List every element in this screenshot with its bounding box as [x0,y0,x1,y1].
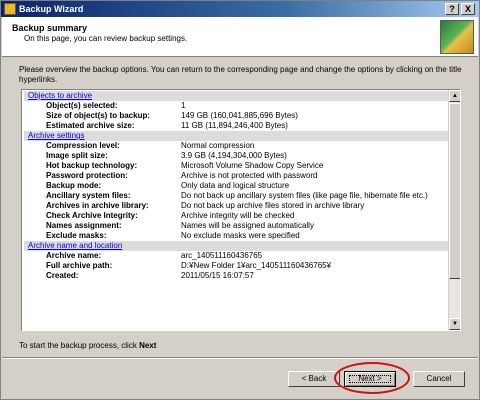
summary-row: Estimated archive size: 11 GB (11,894,246… [24,121,448,131]
scroll-down-icon[interactable]: ▼ [449,318,460,330]
page-title: Backup summary [12,23,88,33]
row-label: Exclude masks: [46,231,107,240]
row-value: Names will be assigned automatically [181,221,314,230]
footer-prefix: To start the backup process, click [19,341,140,350]
row-value: Microsoft Volume Shadow Copy Service [181,161,324,170]
intro-text: Please overview the backup options. You … [19,65,462,84]
row-value: 1 [181,101,186,110]
row-value: Archive integrity will be checked [181,211,295,220]
summary-row: Hot backup technology: Microsoft Volume S… [24,161,448,171]
row-value: Archive is not protected with password [181,171,318,180]
summary-row: Ancillary system files: Do not back up an… [24,191,448,201]
row-value: arc_140511160436765 [181,251,263,260]
row-label: Archives in archive library: [46,201,149,210]
row-label: Archive name: [46,251,102,260]
row-value: Do not back up archive files stored in a… [181,201,365,210]
summary-row: Exclude masks: No exclude masks were spec… [24,231,448,241]
backup-wizard-window: Backup Wizard ? X Backup summary On this… [0,0,480,400]
row-label: Created: [46,271,79,280]
close-button[interactable]: X [461,3,475,15]
row-label: Names assignment: [46,221,122,230]
row-label: Backup mode: [46,181,102,190]
separator [2,357,478,359]
app-icon [4,3,16,15]
window-title: Backup Wizard [19,4,84,14]
summary-list: Objects to archive Object(s) selected: 1 Si… [24,91,448,329]
row-label: Size of object(s) to backup: [46,111,151,120]
footer-action: Next [139,341,157,350]
row-label: Estimated archive size: [46,121,135,130]
back-button-label: < Back [301,374,327,383]
row-value: Do not back up ancillary system files (l… [181,191,428,200]
row-value: Only data and logical structure [181,181,290,190]
row-value: No exclude masks were specified [181,231,300,240]
vertical-scrollbar[interactable]: ▲ ▼ [448,90,460,330]
summary-row: Archive name: arc_140511160436765 [24,251,448,261]
row-label: Compression level: [46,141,120,150]
section-header: Archive name and location [24,241,448,251]
row-label: Object(s) selected: [46,101,118,110]
back-button[interactable]: < Back [288,371,340,387]
title-bar: Backup Wizard ? X [1,1,479,17]
row-label: Ancillary system files: [46,191,131,200]
page-subtitle: On this page, you can review backup sett… [24,34,188,43]
summary-row: Password protection: Archive is not prote… [24,171,448,181]
row-label: Image split size: [46,151,108,160]
backup-logo-icon [440,20,474,54]
section-link[interactable]: Objects to archive [28,91,92,100]
section-header: Archive settings [24,131,448,141]
row-value: 11 GB (11,894,246,400 Bytes) [181,121,288,130]
footer-instruction: To start the backup process, click Next [19,341,156,350]
summary-row: Size of object(s) to backup: 149 GB (160,… [24,111,448,121]
row-value: D:¥New Folder 1¥arc_140511160436765¥ [181,261,332,270]
row-label: Check Archive Integrity: [46,211,138,220]
section-link[interactable]: Archive name and location [28,241,122,250]
row-label: Hot backup technology: [46,161,138,170]
summary-row: Archives in archive library: Do not back … [24,201,448,211]
row-value: 149 GB (160,041,885,696 Bytes) [181,111,298,120]
summary-panel: Objects to archive Object(s) selected: 1 Si… [21,89,461,331]
summary-row: Image split size: 3.9 GB (4,194,304,000 B… [24,151,448,161]
row-value: Normal compression [181,141,255,150]
summary-row: Compression level: Normal compression [24,141,448,151]
summary-row: Object(s) selected: 1 [24,101,448,111]
section-header: Objects to archive [24,91,448,101]
row-label: Password protection: [46,171,128,180]
cancel-button[interactable]: Cancel [413,371,465,387]
summary-row: Check Archive Integrity: Archive integrit… [24,211,448,221]
scroll-thumb[interactable] [449,103,460,279]
summary-row: Backup mode: Only data and logical struct… [24,181,448,191]
summary-row: Names assignment: Names will be assigned … [24,221,448,231]
summary-row: Full archive path: D:¥New Folder 1¥arc_14… [24,261,448,271]
scroll-up-icon[interactable]: ▲ [449,90,460,102]
cancel-button-label: Cancel [426,374,452,383]
row-value: 3.9 GB (4,194,304,000 Bytes) [181,151,287,160]
highlight-circle [334,362,410,394]
row-label: Full archive path: [46,261,113,270]
help-button[interactable]: ? [445,3,459,15]
summary-row: Created: 2011/05/15 16:07:57 [24,271,448,281]
wizard-header: Backup summary On this page, you can rev… [2,17,478,57]
section-link[interactable]: Archive settings [28,131,84,140]
row-value: 2011/05/15 16:07:57 [181,271,254,280]
